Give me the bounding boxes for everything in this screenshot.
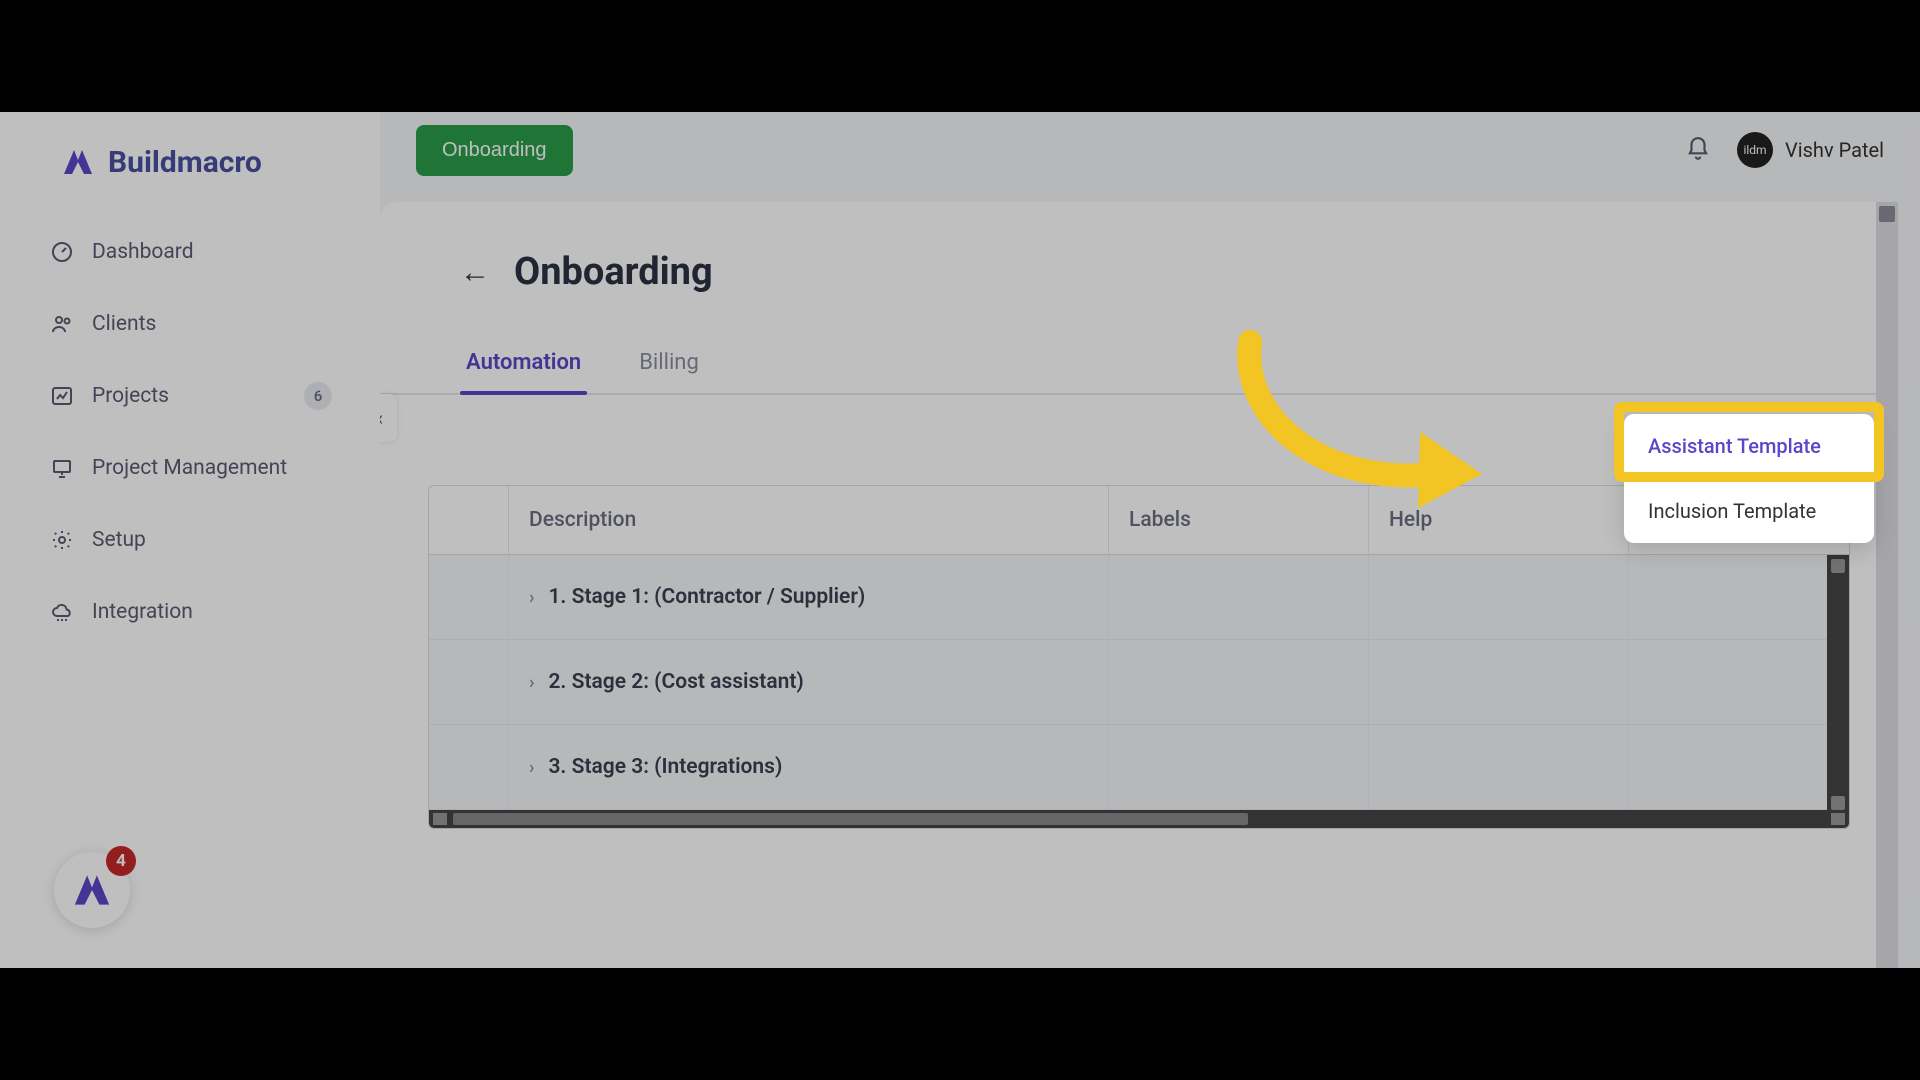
th-expand — [429, 486, 509, 554]
brand-name: Buildmacro — [108, 145, 262, 180]
dropdown-item-inclusion-template[interactable]: Inclusion Template — [1624, 479, 1874, 543]
sidebar-item-clients[interactable]: Clients — [24, 292, 356, 356]
tab-automation[interactable]: Automation — [460, 336, 587, 393]
presentation-icon — [48, 454, 76, 482]
avatar[interactable]: ildm — [1737, 132, 1773, 168]
brand-mark-icon — [60, 144, 96, 180]
sidebar-item-label: Setup — [92, 528, 146, 552]
onboarding-button[interactable]: Onboarding — [416, 125, 573, 176]
topbar: Onboarding ildm Vishv Patel — [380, 112, 1920, 188]
dropdown-item-assistant-template[interactable]: Assistant Template — [1624, 414, 1874, 478]
chart-icon — [48, 382, 76, 410]
brand-logo[interactable]: Buildmacro — [0, 136, 380, 220]
sidebar-badge-projects: 6 — [304, 382, 332, 410]
sidebar-item-label: Project Management — [92, 456, 287, 480]
sidebar-item-projects[interactable]: Projects 6 — [24, 364, 356, 428]
gear-icon — [48, 526, 76, 554]
tabs: Automation Billing — [380, 326, 1898, 395]
sidebar-item-integration[interactable]: Integration — [24, 580, 356, 644]
table-body: › 1. Stage 1: (Contractor / Supplier) › 2.… — [429, 555, 1849, 828]
row-description: 2. Stage 2: (Cost assistant) — [548, 670, 803, 694]
gauge-icon — [48, 238, 76, 266]
back-arrow-icon[interactable]: ← — [460, 255, 490, 290]
page-header: ← Onboarding — [380, 202, 1898, 326]
content-panel: ‹ ← Onboarding Automation Billing ⋮ Desc… — [380, 202, 1898, 968]
tab-billing[interactable]: Billing — [633, 336, 705, 393]
cloud-icon — [48, 598, 76, 626]
fab-badge: 4 — [106, 846, 136, 876]
row-description: 1. Stage 1: (Contractor / Supplier) — [548, 585, 865, 609]
table-row[interactable]: › 3. Stage 3: (Integrations) — [429, 725, 1849, 810]
sidebar-item-label: Dashboard — [92, 240, 194, 264]
chevron-right-icon[interactable]: › — [529, 757, 534, 778]
content-vertical-scrollbar[interactable] — [1876, 202, 1898, 968]
table-vertical-scrollbar[interactable] — [1827, 555, 1849, 810]
brand-mark-icon — [70, 868, 114, 912]
sidebar: Buildmacro Dashboard Clients Projects 6 … — [0, 112, 380, 968]
table-horizontal-scrollbar[interactable] — [429, 810, 1849, 828]
sidebar-item-label: Clients — [92, 312, 156, 336]
users-icon — [48, 310, 76, 338]
collapse-sidebar-button[interactable]: ‹ — [380, 394, 397, 442]
sidebar-item-project-management[interactable]: Project Management — [24, 436, 356, 500]
table-row[interactable]: › 1. Stage 1: (Contractor / Supplier) — [429, 555, 1849, 640]
user-name[interactable]: Vishv Patel — [1785, 138, 1884, 162]
chevron-right-icon[interactable]: › — [529, 672, 534, 693]
page-title: Onboarding — [514, 250, 713, 294]
bell-icon[interactable] — [1685, 136, 1713, 164]
chevron-left-icon: ‹ — [380, 406, 383, 430]
sidebar-item-dashboard[interactable]: Dashboard — [24, 220, 356, 284]
sidebar-item-label: Projects — [92, 384, 169, 408]
th-help: Help — [1369, 486, 1629, 554]
sidebar-nav: Dashboard Clients Projects 6 Project Man… — [0, 220, 380, 644]
chevron-right-icon[interactable]: › — [529, 587, 534, 608]
th-labels: Labels — [1109, 486, 1369, 554]
sidebar-item-label: Integration — [92, 600, 193, 624]
row-description: 3. Stage 3: (Integrations) — [548, 755, 782, 779]
sidebar-item-setup[interactable]: Setup — [24, 508, 356, 572]
template-dropdown: Assistant Template Inclusion Template — [1624, 414, 1874, 543]
th-description: Description — [509, 486, 1109, 554]
table-row[interactable]: › 2. Stage 2: (Cost assistant) — [429, 640, 1849, 725]
help-fab[interactable]: 4 — [54, 852, 130, 928]
